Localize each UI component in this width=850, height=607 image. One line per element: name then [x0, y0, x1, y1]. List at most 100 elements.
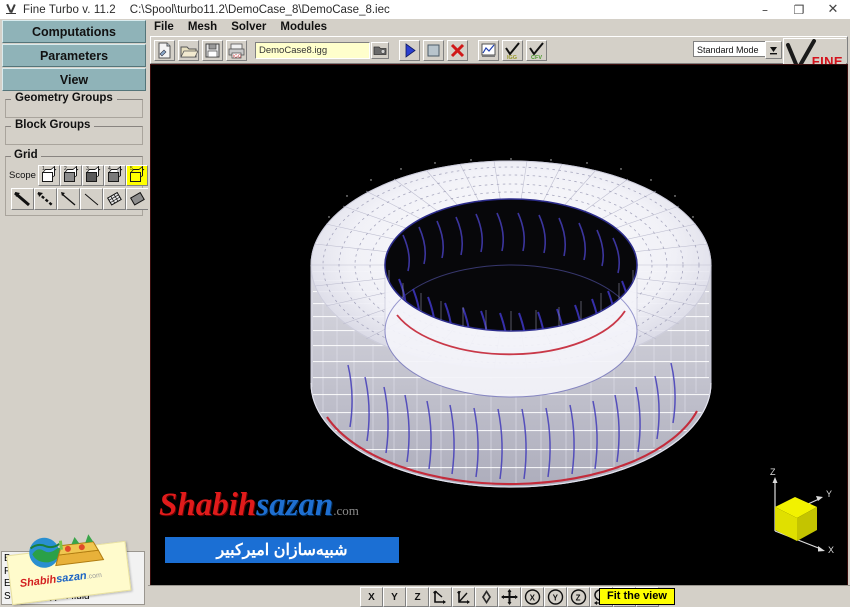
igg-check-label: IGG	[507, 55, 517, 60]
monitor-button[interactable]	[478, 39, 499, 61]
sidebar-tab-computations[interactable]: Computations	[2, 20, 146, 43]
svg-text:IGG: IGG	[233, 53, 242, 58]
scope-block-1-badge: 1	[41, 166, 45, 172]
sidebar-tab-computations-label: Computations	[31, 24, 117, 39]
scope-block-1-button[interactable]: 1	[37, 165, 60, 186]
grid-line-bold-button[interactable]	[11, 188, 34, 210]
scope-block-4-badge: 4	[107, 166, 111, 172]
menu-item-modules[interactable]: Modules	[280, 21, 327, 33]
grid-surface-mesh-icon	[106, 191, 122, 206]
menu-item-mesh[interactable]: Mesh	[188, 21, 217, 33]
grid-tool-row	[11, 188, 149, 210]
save-project-button[interactable]	[202, 39, 223, 61]
rotate-y-icon: Y	[547, 589, 564, 605]
rotate-free-xy-button[interactable]	[429, 587, 452, 607]
left-sidebar: Computations Parameters View Geometry Gr…	[0, 19, 149, 606]
sidebar-tab-view[interactable]: View	[2, 68, 146, 91]
watermark-text-red: Shabih	[159, 487, 257, 523]
rotate-x-button[interactable]: X	[521, 587, 544, 607]
view-axis-y-button[interactable]: Y	[383, 587, 406, 607]
chevron-down-icon	[770, 47, 777, 55]
run-button[interactable]	[399, 39, 420, 61]
watermark-shabihsazan: Shabihsazan.com	[159, 487, 449, 527]
view-axis-x-label: X	[368, 591, 375, 603]
watermark-text-gray: .com	[333, 503, 359, 518]
geometry-groups-panel[interactable]: Geometry Groups	[5, 92, 143, 118]
menu-bar: File Mesh Solver Modules	[148, 19, 850, 35]
scope-block-5-badge: 5	[129, 166, 133, 172]
rotate-trackball-button[interactable]	[475, 587, 498, 607]
grid-surface-mesh-button[interactable]	[103, 188, 126, 210]
stop-button[interactable]	[423, 39, 444, 61]
rotate-free-xy-icon	[433, 590, 446, 604]
igg-check-button[interactable]: IGG	[502, 39, 523, 61]
watermark-persian-text: شبیه‌سازان امیرکبیر	[216, 542, 348, 559]
grid-line-thin-button[interactable]	[57, 188, 80, 210]
block-groups-label: Block Groups	[11, 119, 95, 131]
open-project-icon	[180, 46, 198, 57]
grid-line-dashed-icon	[37, 192, 53, 206]
mode-select[interactable]: Standard Mode	[693, 41, 767, 57]
close-button[interactable]: ✕	[816, 0, 850, 19]
cfv-check-label: CFV	[531, 55, 542, 60]
folder-browse-icon	[373, 46, 387, 55]
app-logo-icon	[5, 3, 18, 16]
sidebar-tab-parameters[interactable]: Parameters	[2, 44, 146, 67]
main-area: File Mesh Solver Modules IGG DemoCase8.i…	[148, 19, 850, 607]
axis-label-x: X	[828, 545, 835, 555]
grid-panel: Grid Scope 1 2 3 4 5	[5, 149, 149, 216]
open-project-button[interactable]	[178, 39, 199, 61]
rotate-free-xz-icon	[457, 591, 470, 604]
window-file-path: C:\Spool\turbo11.2\DemoCase_8\DemoCase_8…	[129, 3, 390, 16]
rotate-trackball-icon	[482, 590, 491, 604]
new-project-button[interactable]	[154, 39, 175, 61]
status-panel: B : F : E : 1 o S : 1 of 1 type: fluid	[1, 551, 145, 605]
cfv-check-button[interactable]: CFV	[526, 39, 547, 61]
grid-scope-row: Scope 1 2 3 4 5	[9, 165, 148, 186]
pan-icon	[501, 589, 518, 605]
scope-block-3-button[interactable]: 3	[81, 165, 104, 186]
grid-panel-label: Grid	[11, 149, 41, 161]
grid-line-plain-button[interactable]	[80, 188, 103, 210]
menu-item-file[interactable]: File	[154, 21, 174, 33]
kill-icon	[450, 43, 465, 57]
scope-block-5-button[interactable]: 5	[125, 165, 148, 186]
rotate-y-button[interactable]: Y	[544, 587, 567, 607]
sidebar-tab-parameters-label: Parameters	[39, 48, 109, 63]
axis-triad: Z Y X	[751, 467, 837, 559]
status-line-faces: F :	[4, 565, 16, 577]
stop-icon	[427, 44, 440, 56]
minimize-button[interactable]: –	[748, 0, 782, 19]
grid-surface-solid-button[interactable]	[126, 188, 149, 210]
monitor-icon	[481, 43, 496, 57]
scope-block-4-button[interactable]: 4	[103, 165, 126, 186]
scope-block-3-badge: 3	[85, 166, 89, 172]
watermark-text-blue: sazan	[256, 487, 334, 523]
view-axis-y-label: Y	[391, 591, 398, 603]
view-axis-x-button[interactable]: X	[360, 587, 383, 607]
cfv-check-icon: CFV	[529, 41, 544, 60]
igg-check-icon: IGG	[505, 41, 520, 60]
grid-line-plain-icon	[84, 193, 99, 206]
scope-block-2-button[interactable]: 2	[59, 165, 82, 186]
view-axis-z-label: Z	[414, 591, 421, 603]
mode-select-arrow-button[interactable]	[765, 41, 782, 59]
menu-item-solver[interactable]: Solver	[231, 21, 266, 33]
maximize-button[interactable]: ❐	[782, 0, 816, 19]
block-groups-panel[interactable]: Block Groups	[5, 119, 143, 145]
case-file-field[interactable]: DemoCase8.igg	[255, 41, 370, 59]
window-title: Fine Turbo v. 11.2	[23, 3, 116, 16]
kill-button[interactable]	[447, 39, 468, 61]
view-axis-z-button[interactable]: Z	[406, 587, 429, 607]
axis-triad-icon	[772, 477, 825, 552]
rotate-z-icon: Z	[570, 589, 587, 605]
3d-viewport[interactable]: Shabihsazan.com شبیه‌سازان امیرکبیر	[150, 64, 848, 586]
geometry-groups-label: Geometry Groups	[11, 92, 117, 104]
pan-button[interactable]	[498, 587, 521, 607]
view-toolbar: X Y Z X Y Z Fit the view	[148, 586, 850, 607]
file-browse-button[interactable]	[371, 41, 389, 59]
rotate-z-button[interactable]: Z	[567, 587, 590, 607]
rotate-free-xz-button[interactable]	[452, 587, 475, 607]
print-button[interactable]: IGG	[226, 39, 247, 61]
grid-line-dashed-button[interactable]	[34, 188, 57, 210]
